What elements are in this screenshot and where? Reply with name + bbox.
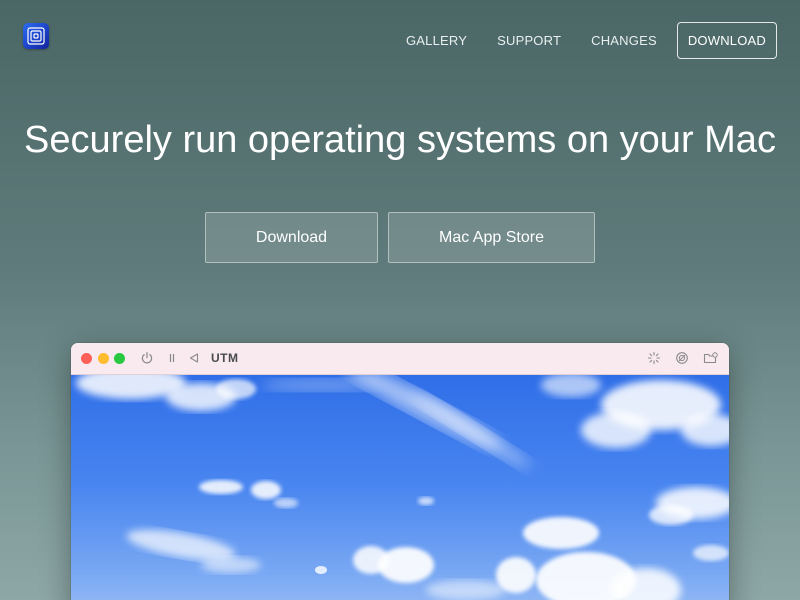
- back-icon[interactable]: [187, 351, 201, 365]
- nav-gallery-link[interactable]: GALLERY: [406, 23, 467, 59]
- close-window-button[interactable]: [81, 353, 92, 364]
- minimize-window-button[interactable]: [98, 353, 109, 364]
- download-button[interactable]: Download: [205, 212, 378, 263]
- vm-screen-wallpaper: [71, 375, 729, 600]
- cursor-capture-icon[interactable]: [647, 351, 661, 365]
- folder-share-icon[interactable]: [703, 351, 718, 365]
- mac-app-store-button[interactable]: Mac App Store: [388, 212, 595, 263]
- zoom-window-button[interactable]: [114, 353, 125, 364]
- nav-changes-link[interactable]: CHANGES: [591, 23, 657, 59]
- utm-logo-icon[interactable]: [23, 23, 49, 49]
- nav-support-link[interactable]: SUPPORT: [497, 23, 561, 59]
- top-nav: GALLERY SUPPORT CHANGES DOWNLOAD: [376, 22, 777, 59]
- window-title: UTM: [211, 351, 239, 365]
- power-icon[interactable]: [140, 351, 154, 365]
- app-window-preview: UTM: [71, 343, 729, 600]
- window-titlebar: UTM: [71, 343, 729, 375]
- nav-download-button[interactable]: DOWNLOAD: [676, 22, 777, 59]
- disk-icon[interactable]: [675, 351, 689, 365]
- hero-headline: Securely run operating systems on your M…: [24, 119, 776, 161]
- pause-icon[interactable]: [165, 351, 179, 365]
